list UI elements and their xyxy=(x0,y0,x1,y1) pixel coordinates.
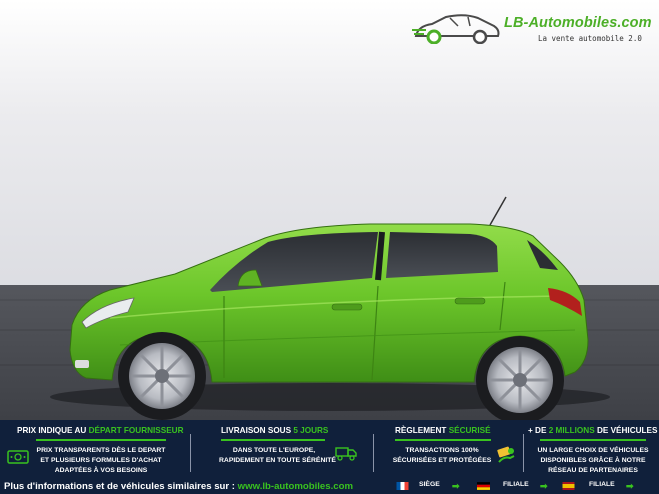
feature-title: PRIX INDIQUE AU DÉPART FOURNISSEUR xyxy=(17,426,184,435)
germany-flag-icon xyxy=(477,482,490,490)
feature-description: UN LARGE CHOIX DE VÉHICULES DISPONIBLES … xyxy=(537,447,649,474)
divider xyxy=(373,434,374,472)
info-banner: PRIX INDIQUE AU DÉPART FOURNISSEUR PRIX … xyxy=(0,420,659,494)
arrow-right-icon: ➡ xyxy=(540,481,548,491)
car-photo xyxy=(0,0,659,420)
feature-price: PRIX INDIQUE AU DÉPART FOURNISSEUR PRIX … xyxy=(0,420,190,478)
brand-logo: LB-Automobiles.com La vente automobile 2… xyxy=(412,12,657,48)
secure-payment-icon xyxy=(497,446,515,463)
france-flag-icon xyxy=(396,482,409,490)
divider xyxy=(523,434,524,472)
feature-description: TRANSACTIONS 100% SÉCURISÉES ET PROTÉGÉE… xyxy=(392,447,492,464)
siege-label: SIÈGE xyxy=(419,481,440,488)
feature-description: DANS TOUTE L'EUROPE, RAPIDEMENT EN TOUTE… xyxy=(219,447,336,464)
brand-name: LB-Automobiles.com xyxy=(504,15,652,31)
feature-payment: RÈGLEMENT SÉCURISÉ TRANSACTIONS 100% SÉC… xyxy=(378,420,523,478)
website-link[interactable]: www.lb-automobiles.com xyxy=(238,481,353,492)
divider xyxy=(190,434,191,472)
feature-vehicles: + DE 2 MILLIONS DE VÉHICULES UN LARGE CH… xyxy=(526,420,659,478)
brand-tagline: La vente automobile 2.0 xyxy=(538,34,642,43)
feature-title: RÈGLEMENT SÉCURISÉ xyxy=(395,426,491,435)
title-underline xyxy=(221,439,325,441)
filiale-label: FILIALE xyxy=(503,481,529,488)
delivery-truck-icon xyxy=(335,447,357,461)
footer-info: Plus d'informations et de véhicules simi… xyxy=(4,481,353,492)
title-underline xyxy=(395,439,491,441)
car-logo-icon xyxy=(412,14,500,44)
arrow-right-icon: ➡ xyxy=(452,481,460,491)
arrow-right-icon: ➡ xyxy=(626,481,634,491)
feature-title: LIVRAISON SOUS 5 JOURS xyxy=(221,426,329,435)
feature-description: PRIX TRANSPARENTS DÈS LE DEPART ET PLUSI… xyxy=(36,447,166,474)
title-underline xyxy=(540,439,646,441)
filiale-label: FILIALE xyxy=(589,481,615,488)
spain-flag-icon xyxy=(562,482,575,490)
feature-title: + DE 2 MILLIONS DE VÉHICULES xyxy=(528,426,658,435)
title-underline xyxy=(36,439,166,441)
feature-delivery: LIVRAISON SOUS 5 JOURS DANS TOUTE L'EURO… xyxy=(195,420,365,478)
money-icon xyxy=(7,450,29,464)
